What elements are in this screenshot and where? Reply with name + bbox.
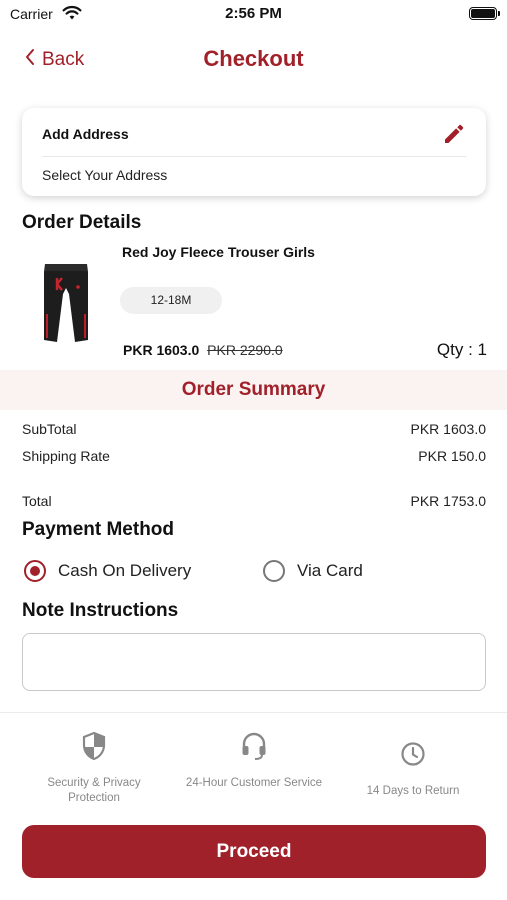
battery-icon xyxy=(469,7,500,20)
feature-label: Security & Privacy Protection xyxy=(47,777,141,804)
order-summary-title: Order Summary xyxy=(181,379,326,400)
payment-option-cod[interactable]: Cash On Delivery xyxy=(24,560,191,582)
divider xyxy=(0,712,507,713)
payment-method-heading: Payment Method xyxy=(22,519,175,540)
product-image xyxy=(38,260,94,346)
quantity-label: Qty : 1 xyxy=(436,340,487,359)
summary-label: SubTotal xyxy=(22,421,77,437)
note-instructions-input[interactable] xyxy=(22,633,486,691)
shipping-row: Shipping Rate PKR 150.0 xyxy=(22,448,486,464)
product-name: Red Joy Fleece Trouser Girls xyxy=(122,244,315,260)
nav-bar: Back Checkout xyxy=(0,40,507,80)
feature-security: Security & Privacy Protection xyxy=(24,728,164,806)
page-title: Checkout xyxy=(203,46,304,71)
clock-icon xyxy=(343,736,483,772)
proceed-button[interactable]: Proceed xyxy=(22,825,486,878)
payment-option-label: Cash On Delivery xyxy=(58,561,192,580)
summary-value: PKR 150.0 xyxy=(418,448,486,464)
radio-selected-icon[interactable] xyxy=(24,560,46,582)
payment-option-label: Via Card xyxy=(297,561,363,580)
note-instructions-heading: Note Instructions xyxy=(22,600,179,621)
address-title: Add Address xyxy=(42,126,129,142)
price-row: PKR 1603.0 PKR 2290.0 xyxy=(123,342,283,358)
address-card[interactable]: Add Address Select Your Address xyxy=(22,108,486,196)
divider xyxy=(42,156,466,157)
summary-value: PKR 1753.0 xyxy=(410,493,487,509)
total-row: Total PKR 1753.0 xyxy=(22,493,486,509)
subtotal-row: SubTotal PKR 1603.0 xyxy=(22,421,486,437)
status-bar: Carrier 2:56 PM xyxy=(0,0,507,30)
pencil-icon[interactable] xyxy=(442,122,466,151)
payment-option-card[interactable]: Via Card xyxy=(263,560,363,582)
feature-returns: 14 Days to Return xyxy=(343,728,483,814)
feature-customer-service: 24-Hour Customer Service xyxy=(184,728,324,806)
order-details-heading: Order Details xyxy=(22,212,142,233)
original-price: PKR 2290.0 xyxy=(207,342,283,358)
shield-icon xyxy=(24,728,164,764)
summary-label: Shipping Rate xyxy=(22,448,110,464)
order-summary-header: Order Summary xyxy=(0,370,507,410)
radio-unselected-icon[interactable] xyxy=(263,560,285,582)
address-value: Select Your Address xyxy=(42,167,168,183)
feature-label: 14 Days to Return xyxy=(366,785,460,797)
current-price: PKR 1603.0 xyxy=(123,342,200,358)
feature-label: 24-Hour Customer Service xyxy=(185,777,323,789)
summary-value: PKR 1603.0 xyxy=(410,421,487,437)
size-chip: 12-18M xyxy=(120,287,222,314)
summary-label: Total xyxy=(22,493,52,509)
headset-icon xyxy=(184,728,324,764)
status-time: 2:56 PM xyxy=(225,5,282,22)
